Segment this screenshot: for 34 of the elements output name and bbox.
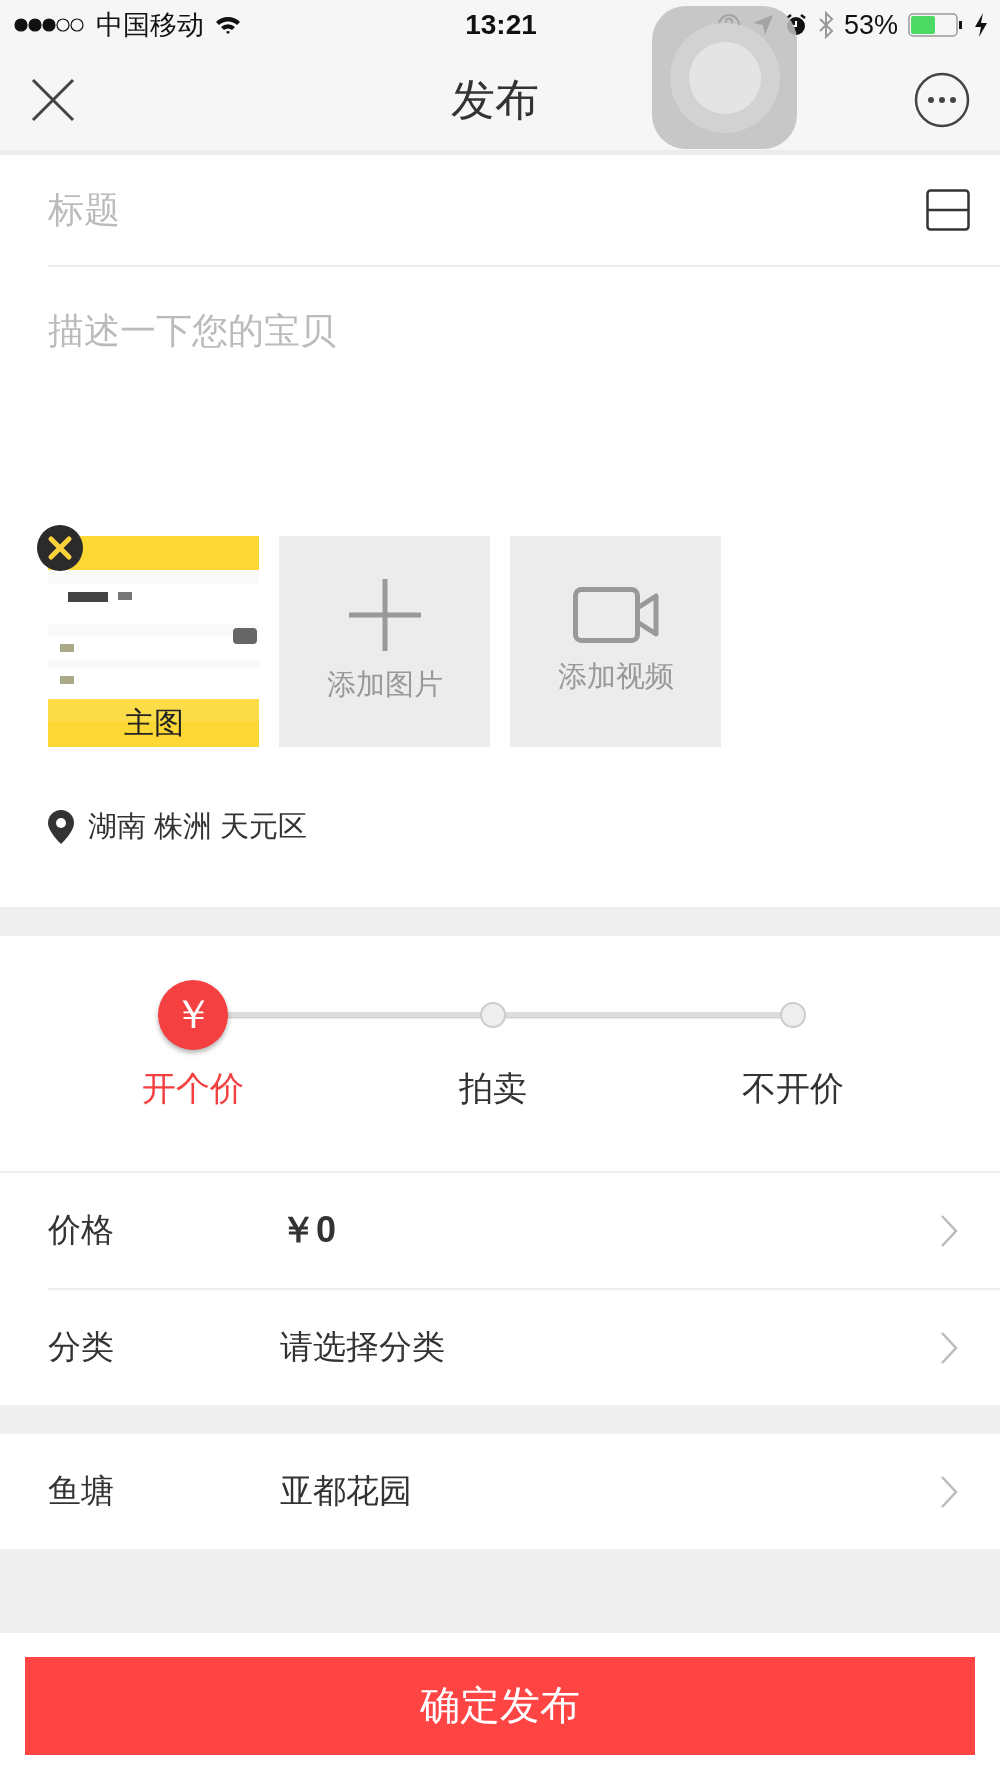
pricing-option[interactable]: 不开价 [693, 1066, 893, 1112]
bluetooth-icon [817, 11, 834, 39]
battery-icon [908, 13, 964, 37]
signal-icon [14, 18, 86, 32]
chevron-right-icon[interactable] [940, 1330, 958, 1365]
title-field[interactable]: 标题 [48, 189, 926, 231]
slider-thumb[interactable]: ￥ [158, 979, 228, 1050]
location-text: 湖南 株洲 天元区 [88, 809, 308, 844]
page-title: 发布 [451, 73, 539, 126]
remove-icon[interactable] [36, 524, 84, 572]
slider-stop[interactable] [780, 1001, 806, 1028]
select-value[interactable]: 请选择分类 [280, 1325, 940, 1370]
carrier-name: 中国移动 [96, 9, 204, 42]
pricing-option[interactable]: 开个价 [93, 1066, 293, 1112]
scan-icon[interactable] [926, 189, 970, 231]
clock-time: 13:21 [465, 9, 537, 41]
pricing-option[interactable]: 拍卖 [393, 1066, 593, 1112]
battery-percent: 53% [843, 9, 898, 41]
assistive-touch-button[interactable] [652, 6, 797, 149]
charging-bolt-icon [974, 13, 988, 37]
wifi-icon [214, 15, 242, 35]
price-value[interactable]: ￥0 [280, 1206, 940, 1255]
row-label: 鱼塘 [48, 1471, 115, 1511]
chevron-right-icon[interactable] [940, 1474, 958, 1509]
row-label: 分类 [48, 1327, 115, 1367]
select-value[interactable]: 亚都花园 [280, 1469, 940, 1514]
location-pin-icon [48, 810, 74, 844]
close-icon[interactable] [30, 77, 76, 123]
slider-stop[interactable] [480, 1001, 506, 1028]
row-label: 价格 [48, 1210, 115, 1250]
chevron-right-icon[interactable] [940, 1213, 958, 1248]
more-icon[interactable] [914, 72, 970, 128]
plus-icon [348, 578, 421, 651]
video-camera-icon [572, 586, 659, 643]
